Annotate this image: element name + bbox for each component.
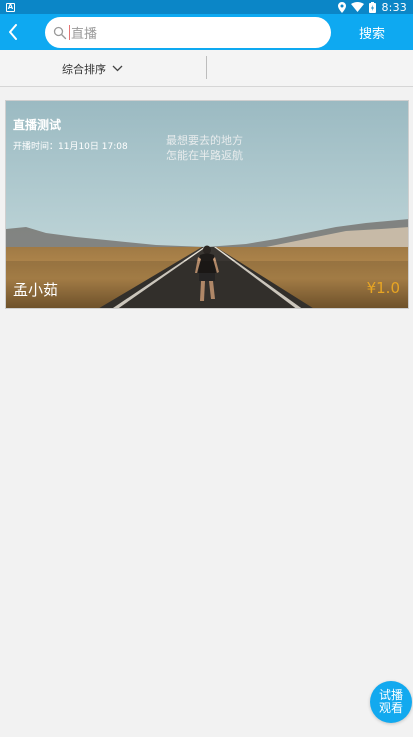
search-input-value: 直播: [71, 27, 98, 42]
search-button[interactable]: 搜索: [340, 14, 404, 50]
sort-dropdown[interactable]: 综合排序: [62, 50, 123, 87]
status-bar: A 8:33: [0, 0, 413, 14]
wifi-icon: [351, 2, 365, 12]
live-card[interactable]: 直播测试 开播时间：11月10日 17:08 最想要去的地方 怎能在半路返航 孟…: [5, 100, 409, 309]
filter-bar: 综合排序: [0, 50, 413, 87]
header-bar: 直播 搜索: [0, 14, 413, 50]
chevron-down-icon: [112, 65, 123, 72]
card-start-time: 开播时间：11月10日 17:08: [13, 142, 128, 152]
notification-icon: A: [6, 2, 15, 12]
back-button[interactable]: [0, 14, 26, 50]
cover-quote-line-2: 怎能在半路返航: [166, 149, 243, 162]
search-icon: [53, 26, 67, 40]
text-cursor: [69, 25, 70, 40]
filter-divider: [206, 56, 207, 79]
back-arrow-icon: [9, 24, 17, 40]
card-price: ¥1.0: [366, 279, 400, 297]
cover-quote-line-1: 最想要去的地方: [166, 134, 243, 147]
card-author: 孟小茹: [13, 281, 59, 299]
card-title: 直播测试: [13, 118, 62, 132]
sort-label: 综合排序: [62, 62, 106, 76]
location-icon: [338, 1, 347, 13]
cover-quote: 最想要去的地方 怎能在半路返航: [166, 133, 243, 163]
preview-watch-line-2: 观看: [378, 701, 403, 715]
status-time: 8:33: [381, 0, 407, 14]
search-input[interactable]: 直播: [45, 17, 331, 48]
battery-icon: [369, 1, 377, 13]
preview-watch-button[interactable]: 试播 观看: [370, 681, 412, 723]
